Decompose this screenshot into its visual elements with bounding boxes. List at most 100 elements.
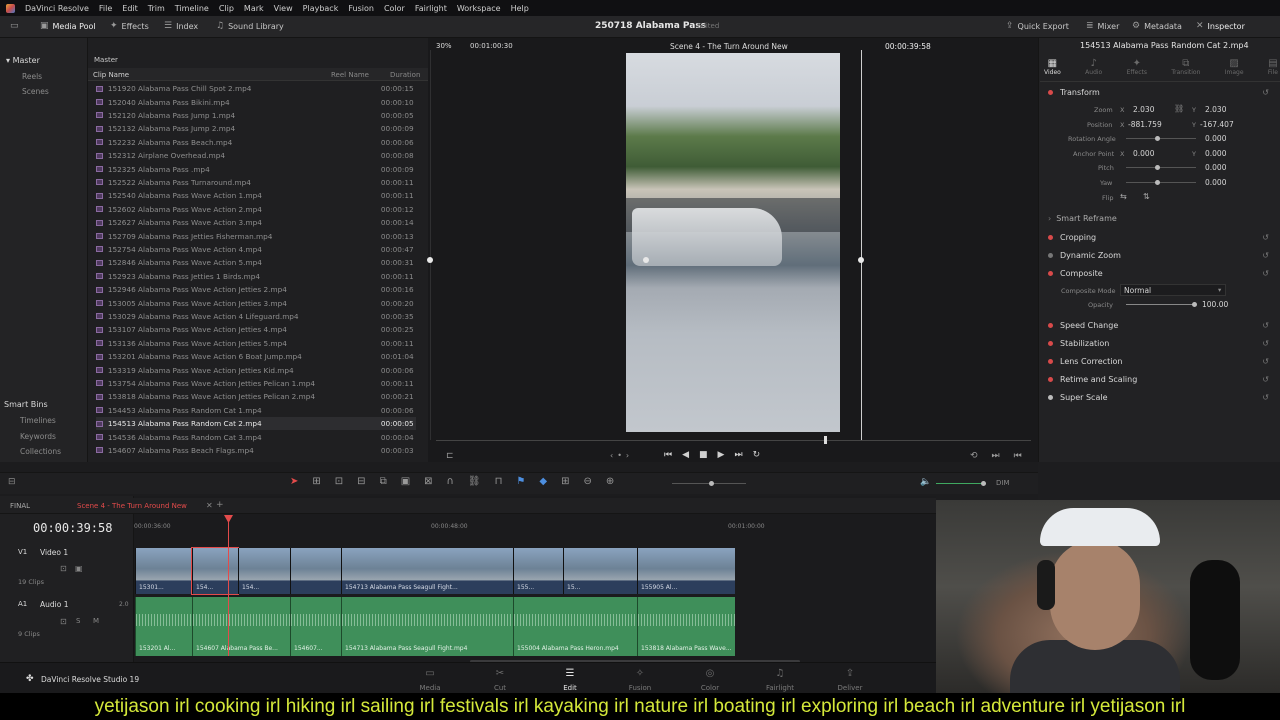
section-retime-scaling[interactable]: Retime and Scaling ↺ [1048,372,1273,386]
menu-file[interactable]: File [99,4,112,13]
param-position-y[interactable]: -167.407 [1200,120,1234,129]
tab-audio[interactable]: ♪ Audio [1085,58,1102,76]
timeline-tab[interactable]: Scene 4 - The Turn Around New [77,502,187,510]
skip-end-icon[interactable]: ⏭ [734,450,742,460]
enable-dot-icon[interactable] [1048,252,1053,258]
clip-row[interactable]: 152522 Alabama Pass Turnaround.mp4 00:00:… [96,176,416,189]
clip-row[interactable]: 152040 Alabama Pass Bikini.mp4 00:00:10 [96,95,416,108]
param-pitch[interactable]: 0.000 [1205,163,1226,172]
pitch-slider[interactable] [1126,167,1196,168]
column-clip-name[interactable]: Clip Name [93,71,129,79]
dim-button[interactable]: DIM [996,479,1010,487]
section-super-scale[interactable]: Super Scale ↺ [1048,390,1273,404]
clip-row[interactable]: 152120 Alabama Pass Jump 1.mp4 00:00:05 [96,109,416,122]
enable-dot-icon[interactable] [1048,358,1053,364]
page-edit[interactable]: Edit [545,684,595,692]
workspace-toggle-button[interactable]: ▭ [10,21,19,31]
reset-icon[interactable]: ↺ [1262,88,1269,97]
clip-row[interactable]: 153136 Alabama Pass Wave Action Jetties … [96,337,416,350]
timeline-timecode[interactable]: 00:00:39:58 [33,521,112,535]
flip-vertical-icon[interactable]: ⇅ [1143,192,1150,201]
menu-clip[interactable]: Clip [219,4,234,13]
clip-row[interactable]: 152312 Airplane Overhead.mp4 00:00:08 [96,149,416,162]
clip-row[interactable]: 152602 Alabama Pass Wave Action 2.mp4 00:… [96,203,416,216]
menu-fusion[interactable]: Fusion [348,4,374,13]
enable-dot-icon[interactable] [1048,322,1053,328]
transform-handle-right[interactable] [858,257,864,263]
opacity-value[interactable]: 100.00 [1202,300,1228,309]
skip-start-icon[interactable]: ⏮ [664,450,672,460]
section-transform[interactable]: Transform ↺ [1048,85,1273,99]
link-icon[interactable]: ⛓ [1174,104,1184,113]
timeline-name[interactable]: FINAL [10,502,30,510]
timeline-audio-clip[interactable]: 153818 Alabama Pass Wave... [637,597,735,656]
selection-tool-icon[interactable]: ➤ [290,476,298,487]
page-fairlight[interactable]: Fairlight [755,684,805,692]
clip-row[interactable]: 153005 Alabama Pass Wave Action Jetties … [96,296,416,309]
section-dynamic-zoom[interactable]: Dynamic Zoom ↺ [1048,248,1273,262]
clip-row[interactable]: 152846 Alabama Pass Wave Action 5.mp4 00:… [96,256,416,269]
param-yaw[interactable]: 0.000 [1205,178,1226,187]
pitch-slider-knob[interactable] [1155,165,1160,170]
mixer-button[interactable]: ≣ Mixer [1086,21,1119,31]
enable-dot-icon[interactable] [1048,234,1053,240]
tab-file[interactable]: ▤ File [1268,58,1278,76]
clip-row[interactable]: 151920 Alabama Pass Chill Spot 2.mp4 00:0… [96,82,416,95]
cut-page-icon[interactable]: ✂ [475,668,525,679]
menu-color[interactable]: Color [384,4,405,13]
speaker-icon[interactable]: 🔈 [920,477,931,487]
viewer-scrubber[interactable] [436,440,1031,441]
yaw-slider[interactable] [1126,182,1196,183]
track-v1-name[interactable]: Video 1 [40,548,68,557]
prev-clip-icon[interactable]: ⏮ [1014,451,1022,461]
snapping-icon[interactable]: ∩ [447,476,454,487]
reset-icon[interactable]: ↺ [1262,251,1269,260]
enable-dot-icon[interactable] [1048,340,1053,346]
clip-row[interactable]: 152946 Alabama Pass Wave Action Jetties … [96,283,416,296]
timeline-audio-clip[interactable]: 154713 Alabama Pass Seagull Fight.mp4 [341,597,513,656]
timeline-audio-clip[interactable]: 153201 Al... [135,597,192,656]
page-deliver[interactable]: Deliver [825,684,875,692]
timeline-audio-clip[interactable]: 155004 Alabama Pass Heron.mp4 [513,597,637,656]
reset-icon[interactable]: ↺ [1262,357,1269,366]
clip-row[interactable]: 152923 Alabama Pass Jetties 1 Birds.mp4 0… [96,270,416,283]
timeline-video-clip[interactable] [290,548,341,594]
inspector-button[interactable]: ✕ Inspector [1196,21,1245,31]
clip-row[interactable]: 152232 Alabama Pass Beach.mp4 00:00:06 [96,136,416,149]
page-fusion[interactable]: Fusion [615,684,665,692]
zoom-detail-icon[interactable]: ⊕ [606,476,614,487]
column-reel-name[interactable]: Reel Name [331,71,369,79]
zoom-fit-icon[interactable]: ⊞ [561,476,569,487]
viewer-crop-button[interactable]: ⊏ [446,451,454,461]
audio-lock-icon[interactable]: ⊡ [60,617,67,626]
menu-mark[interactable]: Mark [244,4,264,13]
timeline-video-clip[interactable]: 155905 Al... [637,548,735,594]
menu-fairlight[interactable]: Fairlight [415,4,447,13]
volume-slider[interactable] [936,483,986,484]
layout-menu-button[interactable]: ⊟ [8,477,16,487]
dynamic-trim-icon[interactable]: ⊡ [335,476,343,487]
menu-timeline[interactable]: Timeline [175,4,209,13]
page-color[interactable]: Color [685,684,735,692]
param-rotation[interactable]: 0.000 [1205,134,1226,143]
step-back-icon[interactable]: ◀ [682,450,689,460]
metadata-button[interactable]: ⚙ Metadata [1132,21,1182,31]
play-icon[interactable]: ▶ [718,450,725,460]
enable-dot-icon[interactable] [1048,89,1053,95]
reset-icon[interactable]: ↺ [1262,375,1269,384]
enable-dot-icon[interactable] [1048,270,1053,276]
clip-row[interactable]: 154536 Alabama Pass Random Cat 3.mp4 00:0… [96,430,416,443]
smart-bin-collections[interactable]: Collections [20,447,61,456]
reset-icon[interactable]: ↺ [1262,321,1269,330]
menu-trim[interactable]: Trim [148,4,165,13]
opacity-slider-knob[interactable] [1192,302,1197,307]
menu-edit[interactable]: Edit [122,4,138,13]
position-lock-icon[interactable]: ⊓ [495,476,503,487]
viewer-zoom[interactable]: 30% [436,42,452,50]
transform-handle-left[interactable] [427,257,433,263]
volume-knob[interactable] [981,481,986,486]
stop-icon[interactable]: ■ [699,450,708,460]
tab-transition[interactable]: ⧉ Transition [1171,58,1200,76]
clip-row[interactable]: 154513 Alabama Pass Random Cat 2.mp4 00:0… [96,417,416,431]
quick-export-button[interactable]: ⇪ Quick Export [1006,21,1069,31]
